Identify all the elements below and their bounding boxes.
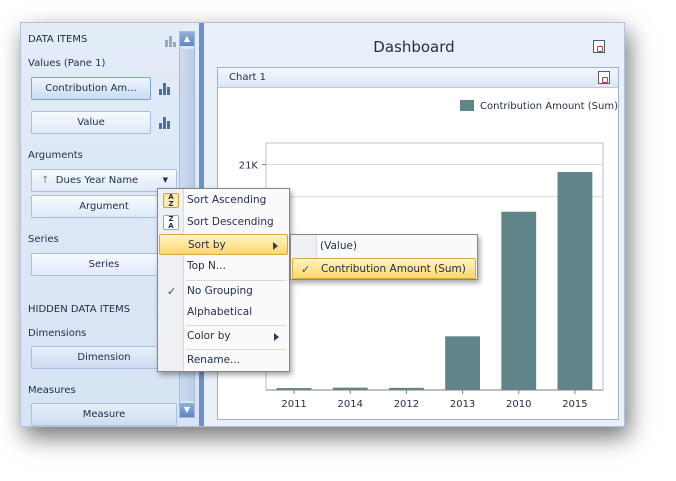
series-placeholder[interactable]: Series <box>31 253 177 276</box>
bar-series-icon[interactable] <box>159 117 172 129</box>
chart-caption-bar: Chart 1 <box>218 68 618 88</box>
legend-label: Contribution Amount (Sum) <box>480 101 618 112</box>
chart-options-icon[interactable] <box>165 36 177 47</box>
x-tick-label: 2014 <box>338 399 363 410</box>
x-tick-label: 2013 <box>450 399 475 410</box>
submenu-item-value[interactable]: (Value) <box>292 236 476 257</box>
hidden-items-header: HIDDEN DATA ITEMS <box>28 304 131 315</box>
menu-item-color-by[interactable]: Color by <box>159 326 288 347</box>
menu-item-label: (Value) <box>320 240 358 252</box>
value-item-value[interactable]: Value <box>31 111 151 134</box>
data-items-header: DATA ITEMS <box>28 34 88 45</box>
menu-item-rename[interactable]: Rename... <box>159 350 288 371</box>
scroll-up-icon[interactable]: ▲ <box>180 32 194 46</box>
sort-by-submenu: (Value) ✓ Contribution Amount (Sum) <box>290 234 478 280</box>
menu-item-label: Alphabetical <box>187 306 253 318</box>
menu-item-label: Sort by <box>188 239 226 251</box>
bar <box>557 171 593 390</box>
arguments-label: Arguments <box>28 150 83 161</box>
x-tick-label: 2010 <box>506 399 531 410</box>
menu-item-sort-descending[interactable]: ZA Sort Descending <box>159 212 288 233</box>
submenu-item-contribution-amount[interactable]: ✓ Contribution Amount (Sum) <box>292 258 476 279</box>
x-tick-label: 2015 <box>562 399 587 410</box>
legend-swatch <box>460 100 474 111</box>
sort-arrow-icon: ↑ <box>41 175 50 186</box>
x-tick-label: 2011 <box>281 399 306 410</box>
dimensions-label: Dimensions <box>28 328 87 339</box>
y-tick-label: 21K <box>239 160 259 171</box>
x-tick-label: 2012 <box>394 399 419 410</box>
argument-placeholder[interactable]: Argument <box>31 195 177 218</box>
sort-descending-icon: ZA <box>163 215 179 230</box>
dashboard-title: Dashboard <box>373 38 455 56</box>
menu-item-label: Color by <box>187 330 231 342</box>
submenu-arrow-icon <box>274 333 279 341</box>
sort-ascending-icon: AZ <box>163 193 179 208</box>
menu-item-label: No Grouping <box>187 285 253 297</box>
menu-item-label: Top N... <box>187 260 226 272</box>
menu-item-label: Rename... <box>187 354 241 366</box>
series-label: Series <box>28 234 59 245</box>
bar <box>445 336 480 390</box>
designer-window: DATA ITEMS Values (Pane 1) Contribution … <box>20 22 625 427</box>
check-icon: ✓ <box>301 263 311 276</box>
measure-placeholder[interactable]: Measure <box>31 403 177 426</box>
export-icon[interactable] <box>593 40 605 53</box>
chart-title: Chart 1 <box>229 72 267 83</box>
bar <box>501 211 537 390</box>
menu-item-label: Sort Ascending <box>187 194 267 206</box>
measures-label: Measures <box>28 385 76 396</box>
argument-item-dues-year[interactable]: ↑ Dues Year Name ▼ <box>31 169 177 192</box>
menu-item-top-n[interactable]: Top N... <box>159 256 288 277</box>
submenu-arrow-icon <box>273 242 278 250</box>
menu-item-label: Sort Descending <box>187 216 274 228</box>
argument-item-label: Dues Year Name <box>55 175 139 186</box>
check-icon: ✓ <box>167 285 177 298</box>
menu-item-sort-ascending[interactable]: AZ Sort Ascending <box>159 190 288 211</box>
value-item-contribution[interactable]: Contribution Am... <box>31 77 151 100</box>
menu-item-no-grouping[interactable]: ✓ No Grouping <box>159 281 288 302</box>
dimension-placeholder[interactable]: Dimension <box>31 346 177 369</box>
menu-item-label: Contribution Amount (Sum) <box>321 263 466 275</box>
scroll-down-icon[interactable]: ▼ <box>180 403 194 417</box>
menu-item-sort-by[interactable]: Sort by <box>159 234 288 255</box>
argument-context-menu: AZ Sort Ascending ZA Sort Descending Sor… <box>157 188 290 372</box>
bar-series-icon[interactable] <box>159 83 172 95</box>
chart-export-icon[interactable] <box>598 71 610 84</box>
values-label: Values (Pane 1) <box>28 58 106 69</box>
menu-item-alphabetical[interactable]: Alphabetical <box>159 302 288 323</box>
